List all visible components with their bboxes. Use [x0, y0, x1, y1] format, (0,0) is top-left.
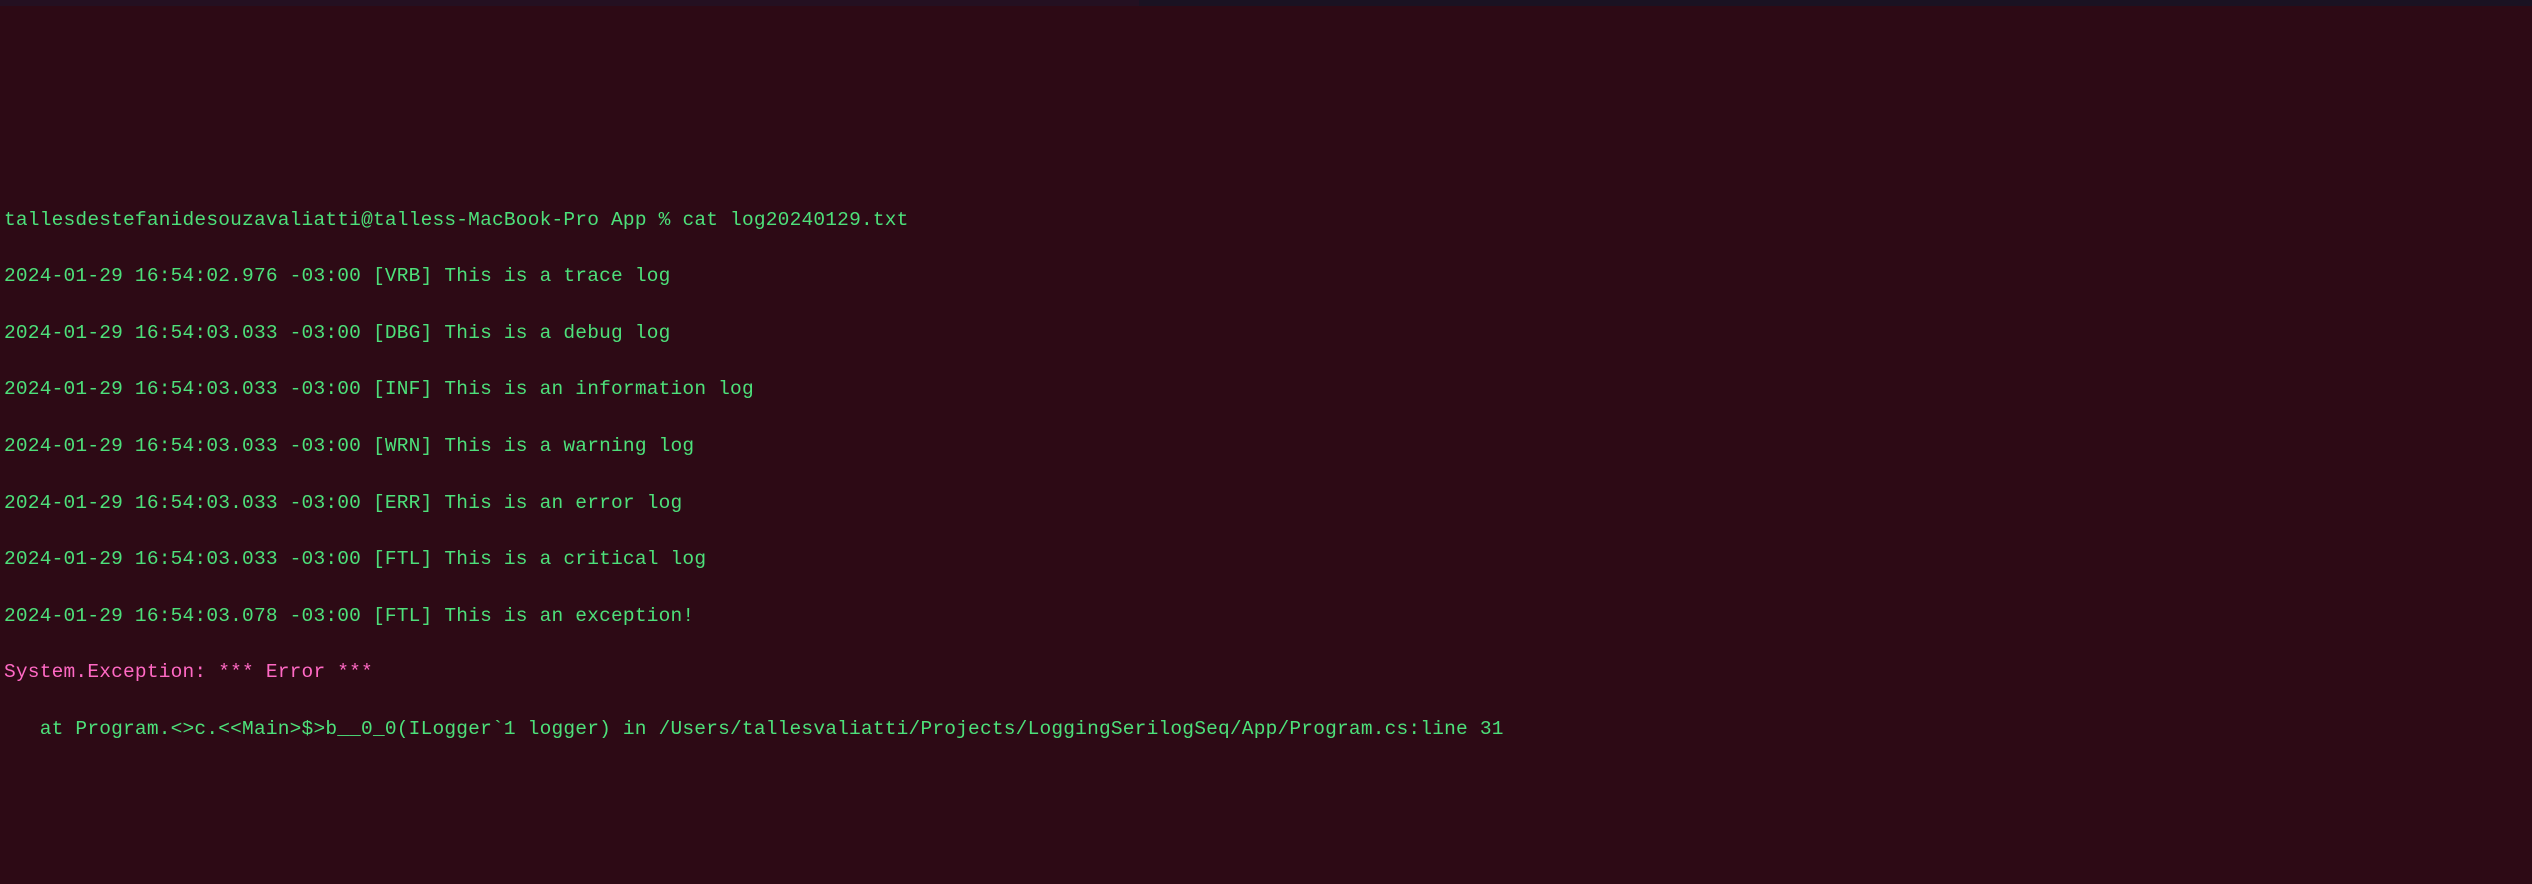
log-line: 2024-01-29 16:54:03.033 -03:00 [FTL] Thi…	[4, 545, 2528, 573]
prompt-command: cat log20240129.txt	[682, 209, 908, 231]
prompt-user: tallesdestefanidesouzavaliatti	[4, 209, 361, 231]
log-level: [VRB]	[373, 265, 433, 287]
log-msg: This is a critical log	[444, 548, 706, 570]
log-level: [DBG]	[373, 322, 433, 344]
log-line: 2024-01-29 16:54:03.078 -03:00 [FTL] Thi…	[4, 602, 2528, 630]
window-top-bar-segment	[1139, 0, 2532, 6]
log-ts: 2024-01-29 16:54:02.976 -03:00	[4, 265, 361, 287]
log-ts: 2024-01-29 16:54:03.033 -03:00	[4, 548, 361, 570]
log-line: 2024-01-29 16:54:03.033 -03:00 [ERR] Thi…	[4, 489, 2528, 517]
prompt-dir: App	[611, 209, 647, 231]
log-ts: 2024-01-29 16:54:03.033 -03:00	[4, 378, 361, 400]
log-level: [INF]	[373, 378, 433, 400]
terminal-output[interactable]: tallesdestefanidesouzavaliatti@talless-M…	[4, 206, 2528, 743]
log-msg: This is a debug log	[444, 322, 670, 344]
log-msg: This is a warning log	[444, 435, 694, 457]
log-level: [ERR]	[373, 492, 433, 514]
log-msg: This is an exception!	[444, 605, 694, 627]
prompt-host: talless-MacBook-Pro	[373, 209, 599, 231]
log-ts: 2024-01-29 16:54:03.078 -03:00	[4, 605, 361, 627]
log-level: [FTL]	[373, 548, 433, 570]
exception-header: System.Exception: *** Error ***	[4, 658, 2528, 686]
log-ts: 2024-01-29 16:54:03.033 -03:00	[4, 492, 361, 514]
log-ts: 2024-01-29 16:54:03.033 -03:00	[4, 322, 361, 344]
prompt-symbol: %	[659, 209, 671, 231]
log-msg: This is an information log	[444, 378, 753, 400]
log-level: [WRN]	[373, 435, 433, 457]
prompt-line: tallesdestefanidesouzavaliatti@talless-M…	[4, 206, 2528, 234]
log-ts: 2024-01-29 16:54:03.033 -03:00	[4, 435, 361, 457]
log-line: 2024-01-29 16:54:02.976 -03:00 [VRB] Thi…	[4, 262, 2528, 290]
log-line: 2024-01-29 16:54:03.033 -03:00 [DBG] Thi…	[4, 319, 2528, 347]
log-msg: This is an error log	[444, 492, 682, 514]
log-msg: This is a trace log	[444, 265, 670, 287]
log-line: 2024-01-29 16:54:03.033 -03:00 [WRN] Thi…	[4, 432, 2528, 460]
log-line: 2024-01-29 16:54:03.033 -03:00 [INF] Thi…	[4, 375, 2528, 403]
exception-stack: at Program.<>c.<<Main>$>b__0_0(ILogger`1…	[4, 715, 2528, 743]
log-level: [FTL]	[373, 605, 433, 627]
